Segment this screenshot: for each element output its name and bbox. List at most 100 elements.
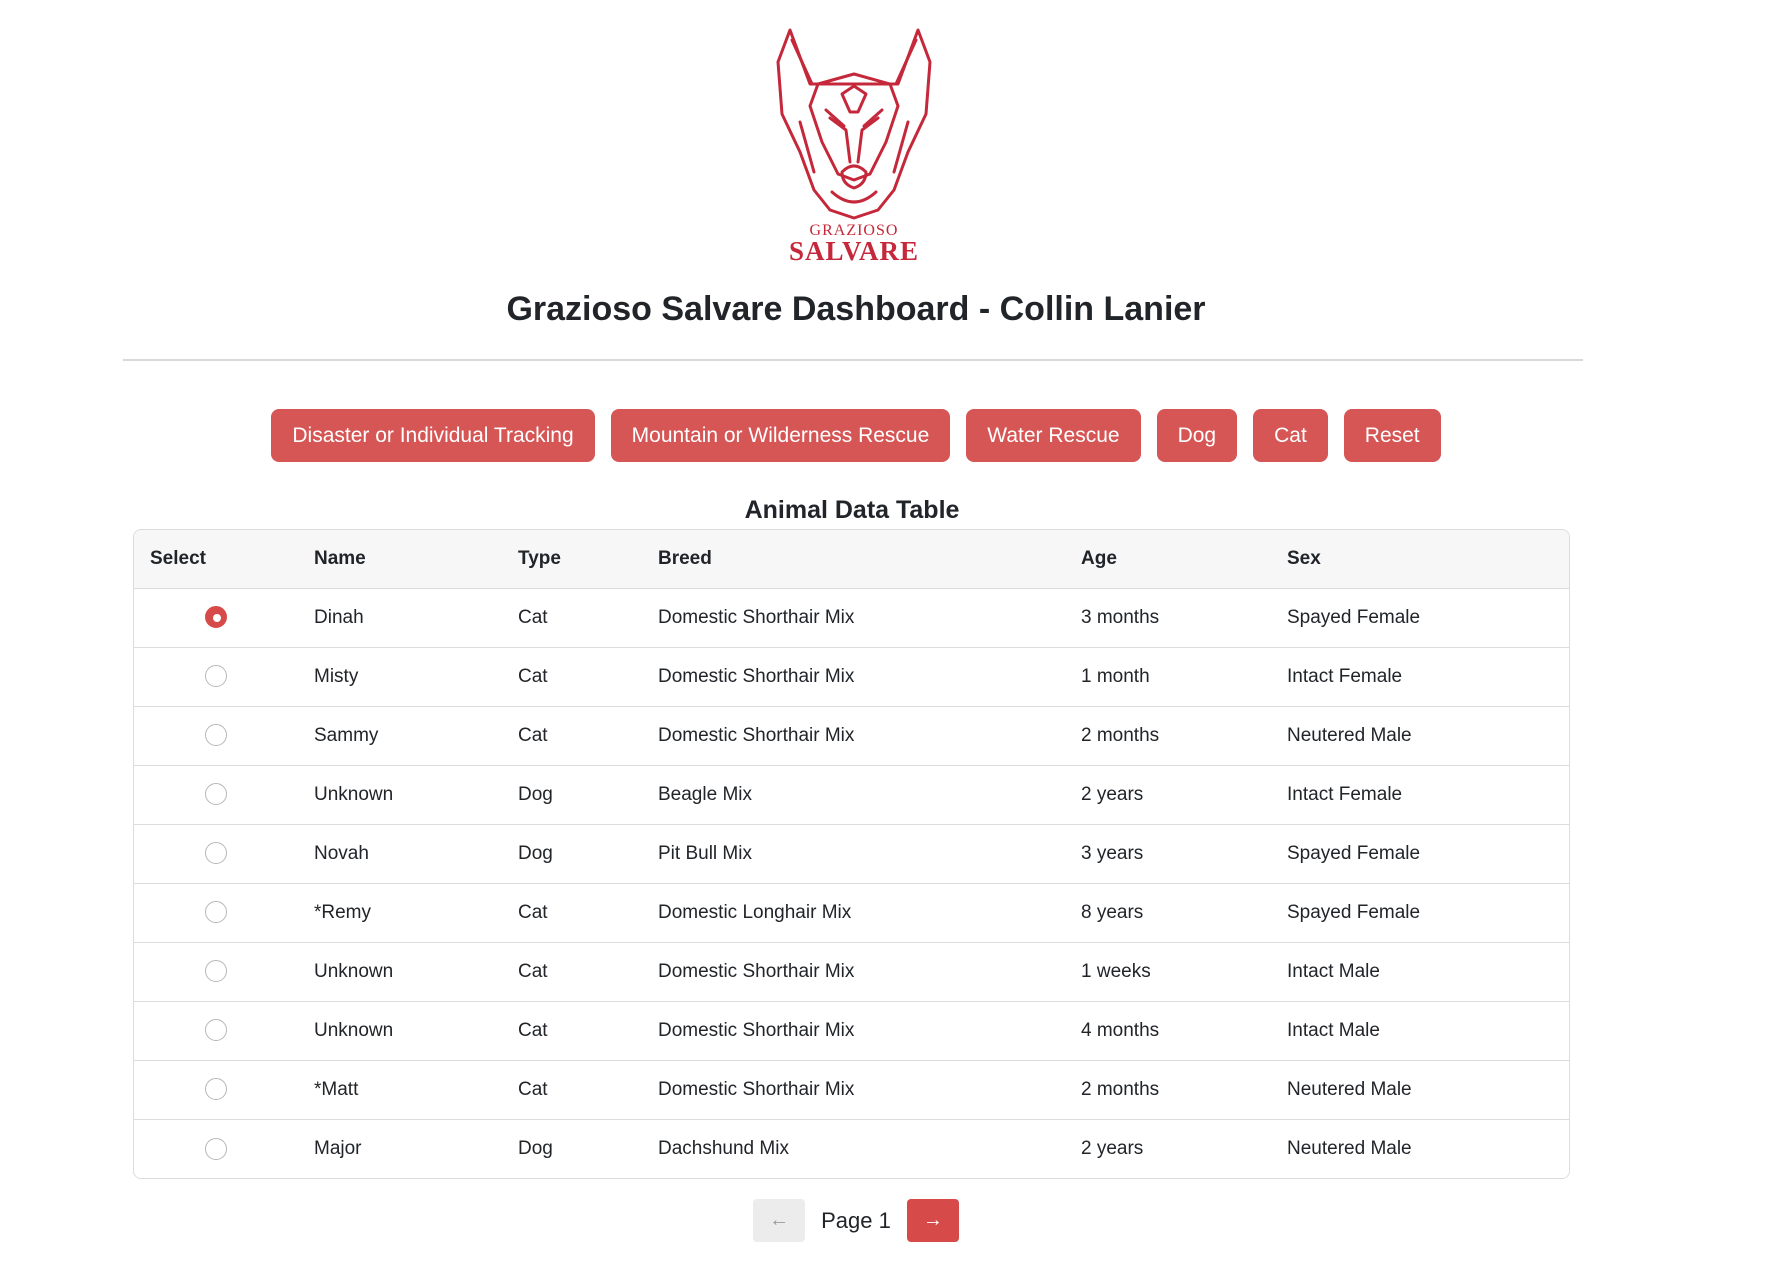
cell-name: *Remy — [314, 901, 372, 923]
select-cell — [134, 1001, 298, 1060]
select-cell — [134, 942, 298, 1001]
table-row[interactable]: Misty Cat Domestic Shorthair Mix 1 month Int… — [134, 647, 1569, 706]
row-select-radio[interactable] — [205, 1019, 227, 1042]
table-row[interactable]: Unknown Cat Domestic Shorthair Mix 4 months… — [134, 1001, 1569, 1060]
cell-breed: Domestic Shorthair Mix — [658, 606, 855, 628]
cell-type: Cat — [518, 1019, 548, 1041]
cell-age: 2 years — [1081, 1137, 1144, 1159]
select-cell — [134, 883, 298, 942]
column-header-type[interactable]: Type — [502, 530, 642, 588]
select-cell — [134, 765, 298, 824]
column-header-age[interactable]: Age — [1065, 530, 1271, 588]
filter-button-bar: Disaster or Individual Tracking Mountain… — [0, 409, 1712, 462]
row-select-radio[interactable] — [205, 1137, 227, 1160]
cell-age: 1 weeks — [1081, 960, 1151, 982]
column-header-breed[interactable]: Breed — [642, 530, 1065, 588]
table-title: Animal Data Table — [744, 496, 960, 524]
cell-sex: Neutered Male — [1287, 1078, 1412, 1100]
column-header-sex[interactable]: Sex — [1271, 530, 1569, 588]
cell-type: Cat — [518, 901, 548, 923]
cell-sex: Intact Female — [1287, 783, 1403, 805]
pagination: ← Page 1 → — [0, 1199, 1712, 1242]
table-row[interactable]: Dinah Cat Domestic Shorthair Mix 3 months Sp… — [134, 588, 1569, 647]
cell-age: 3 years — [1081, 842, 1144, 864]
row-select-radio[interactable] — [205, 783, 227, 806]
table-row[interactable]: Novah Dog Pit Bull Mix 3 years Spayed Female — [134, 824, 1569, 883]
cat-filter-button[interactable]: Cat — [1253, 409, 1328, 462]
page-title: Grazioso Salvare Dashboard - Collin Lani… — [506, 290, 1206, 328]
cell-breed: Domestic Shorthair Mix — [658, 724, 855, 746]
cell-name: Novah — [314, 842, 369, 864]
arrow-left-icon: ← — [769, 1209, 790, 1231]
row-select-radio[interactable] — [205, 842, 227, 865]
dog-filter-button[interactable]: Dog — [1156, 409, 1238, 462]
cell-type: Dog — [518, 783, 553, 805]
column-header-select[interactable]: Select — [134, 530, 298, 588]
table-row[interactable]: Major Dog Dachshund Mix 2 years Neutered Mal… — [134, 1119, 1569, 1178]
select-cell — [134, 706, 298, 765]
cell-name: Unknown — [314, 783, 394, 805]
cell-name: Unknown — [314, 1019, 394, 1041]
table-row[interactable]: Unknown Dog Beagle Mix 2 years Intact Female — [134, 765, 1569, 824]
cell-age: 3 months — [1081, 606, 1160, 628]
table-row[interactable]: Unknown Cat Domestic Shorthair Mix 1 weeks I… — [134, 942, 1569, 1001]
animal-data-table: Select Name Type Breed Age Sex Dinah Cat D… — [133, 529, 1570, 1179]
cell-type: Cat — [518, 1078, 548, 1100]
table-row[interactable]: *Remy Cat Domestic Longhair Mix 8 years Spay… — [134, 883, 1569, 942]
german-shepherd-icon — [776, 28, 932, 220]
select-cell — [134, 647, 298, 706]
select-cell — [134, 588, 298, 647]
row-select-radio[interactable] — [205, 606, 227, 629]
reset-button[interactable]: Reset — [1343, 409, 1441, 462]
cell-breed: Beagle Mix — [658, 783, 752, 805]
row-select-radio[interactable] — [205, 960, 227, 983]
cell-name: Unknown — [314, 960, 394, 982]
cell-age: 2 months — [1081, 724, 1160, 746]
cell-sex: Neutered Male — [1287, 1137, 1412, 1159]
arrow-right-icon: → — [922, 1209, 943, 1231]
previous-page-button[interactable]: ← — [753, 1199, 806, 1242]
row-select-radio[interactable] — [205, 724, 227, 747]
cell-type: Cat — [518, 606, 548, 628]
mountain-rescue-button[interactable]: Mountain or Wilderness Rescue — [610, 409, 951, 462]
cell-age: 1 month — [1081, 665, 1150, 687]
column-header-name[interactable]: Name — [298, 530, 502, 588]
row-select-radio[interactable] — [205, 1078, 227, 1101]
table-row[interactable]: Sammy Cat Domestic Shorthair Mix 2 months Ne… — [134, 706, 1569, 765]
cell-name: Major — [314, 1137, 362, 1159]
cell-name: Dinah — [314, 606, 364, 628]
cell-age: 8 years — [1081, 901, 1144, 923]
cell-sex: Spayed Female — [1287, 901, 1421, 923]
cell-sex: Intact Male — [1287, 960, 1380, 982]
cell-age: 2 years — [1081, 783, 1144, 805]
table-row[interactable]: *Matt Cat Domestic Shorthair Mix 2 months Ne… — [134, 1060, 1569, 1119]
table-header-row: Select Name Type Breed Age Sex — [134, 530, 1569, 588]
cell-type: Cat — [518, 724, 548, 746]
next-page-button[interactable]: → — [906, 1199, 959, 1242]
header-divider — [123, 359, 1583, 361]
cell-sex: Intact Female — [1287, 665, 1403, 687]
cell-type: Cat — [518, 960, 548, 982]
cell-breed: Pit Bull Mix — [658, 842, 752, 864]
cell-name: Sammy — [314, 724, 379, 746]
cell-breed: Domestic Shorthair Mix — [658, 960, 855, 982]
cell-sex: Neutered Male — [1287, 724, 1412, 746]
brand-logo: GRAZIOSO SALVARE — [770, 22, 938, 270]
row-select-radio[interactable] — [205, 665, 227, 688]
water-rescue-button[interactable]: Water Rescue — [966, 409, 1141, 462]
cell-name: Misty — [314, 665, 359, 687]
logo-text-salvare: SALVARE — [788, 236, 920, 266]
cell-breed: Domestic Shorthair Mix — [658, 1019, 855, 1041]
cell-type: Cat — [518, 665, 548, 687]
row-select-radio[interactable] — [205, 901, 227, 924]
page-indicator: Page 1 — [821, 1207, 891, 1233]
disaster-tracking-button[interactable]: Disaster or Individual Tracking — [271, 409, 595, 462]
cell-age: 4 months — [1081, 1019, 1160, 1041]
cell-sex: Intact Male — [1287, 1019, 1380, 1041]
cell-breed: Domestic Shorthair Mix — [658, 1078, 855, 1100]
cell-breed: Domestic Longhair Mix — [658, 901, 852, 923]
select-cell — [134, 824, 298, 883]
cell-name: *Matt — [314, 1078, 359, 1100]
cell-sex: Spayed Female — [1287, 606, 1421, 628]
cell-breed: Domestic Shorthair Mix — [658, 665, 855, 687]
